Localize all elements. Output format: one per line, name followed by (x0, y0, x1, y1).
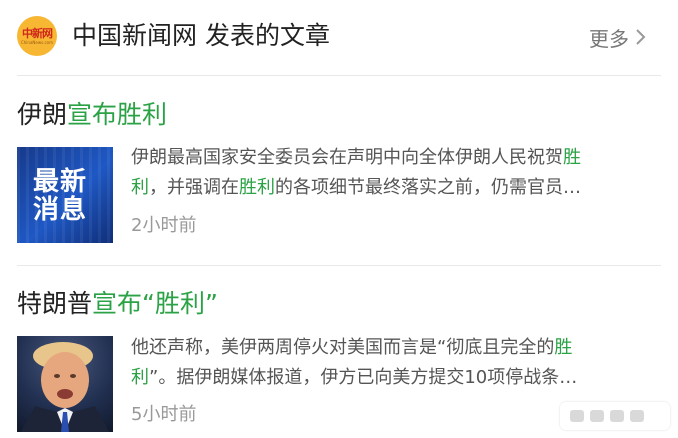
snippet-highlight: 胜利 (239, 177, 275, 198)
header: 中新网 ChinaNews.com 中国新闻网 发表的文章 更多 (0, 0, 678, 74)
thumbnail-text-1: 最新 (33, 167, 88, 197)
more-label: 更多 (589, 26, 629, 51)
weibo-watermark (560, 402, 670, 430)
snippet-text: ”。据伊朗媒体报道，伊方已向美方提交10项停战条… (149, 367, 578, 388)
title-text: 伊朗 (17, 100, 68, 129)
thumbnail-text-2: 消息 (33, 195, 88, 225)
page-title: 中国新闻网 发表的文章 (72, 21, 330, 50)
article-title[interactable]: 特朗普宣布“胜利” (17, 287, 218, 321)
snippet-line: 他还声称，美伊两周停火对美国而言是“彻底且完全的胜 (131, 333, 658, 363)
snippet-highlight: 胜 (554, 337, 573, 358)
portrait-image (21, 342, 109, 432)
article-snippet: 伊朗最高国家安全委员会在声明中向全体伊朗人民祝贺胜 利，并强调在胜利的各项细节最… (131, 143, 658, 203)
article-time: 5小时前 (131, 404, 197, 425)
snippet-text: 伊朗最高国家安全委员会在声明中向全体伊朗人民祝贺 (131, 147, 563, 168)
article-title[interactable]: 伊朗宣布胜利 (17, 98, 167, 132)
article-thumbnail[interactable]: 最新 消息 (17, 147, 113, 243)
article-divider (17, 265, 661, 266)
article-snippet: 他还声称，美伊两周停火对美国而言是“彻底且完全的胜 利”。据伊朗媒体报道，伊方已… (131, 333, 658, 393)
more-button[interactable]: 更多 (589, 20, 646, 54)
snippet-line: 利”。据伊朗媒体报道，伊方已向美方提交10项停战条… (131, 363, 658, 393)
snippet-highlight: 利 (131, 367, 149, 388)
chinanews-logo[interactable]: 中新网 ChinaNews.com (17, 16, 57, 56)
article-time: 2小时前 (131, 215, 197, 236)
snippet-text: 他还声称，美伊两周停火对美国而言是“彻底且完全的 (131, 337, 555, 358)
snippet-highlight: 胜 (563, 147, 581, 168)
snippet-line: 伊朗最高国家安全委员会在声明中向全体伊朗人民祝贺胜 (131, 143, 658, 173)
header-divider (17, 75, 661, 76)
snippet-line: 利，并强调在胜利的各项细节最终落实之前，仍需官员… (131, 173, 658, 203)
snippet-text: ，并强调在 (149, 177, 239, 198)
snippet-highlight: 利 (131, 177, 149, 198)
logo-subtext: ChinaNews.com (20, 39, 54, 45)
snippet-text: 的各项细节最终落实之前，仍需官员… (275, 177, 581, 198)
title-text: 特朗普 (17, 289, 93, 318)
article-thumbnail[interactable] (17, 336, 113, 432)
weibo-watermark-icon (570, 410, 644, 422)
chevron-right-icon (636, 29, 646, 45)
logo-text: 中新网 (22, 26, 53, 40)
title-highlight: 宣布“胜利” (92, 289, 218, 318)
title-highlight: 宣布胜利 (67, 100, 168, 129)
